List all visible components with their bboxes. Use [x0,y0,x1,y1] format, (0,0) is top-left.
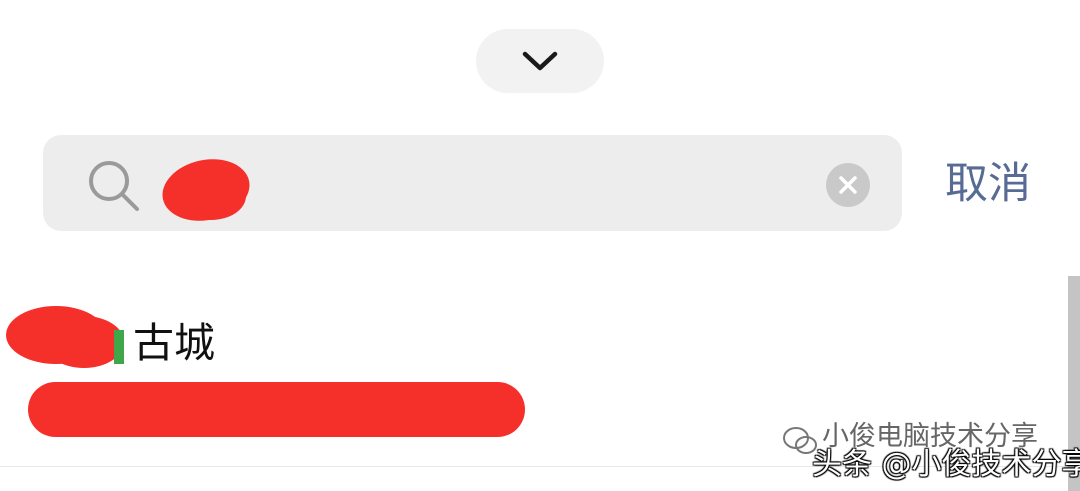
chevron-down-icon [522,51,558,71]
result-title[interactable]: 古城 [133,315,215,371]
result-subtitle-redaction [28,382,525,437]
collapse-button[interactable] [476,29,604,93]
clear-icon [839,176,857,194]
toutiao-watermark: 头条 @小俊技术分享 [812,447,1080,482]
search-query-redaction-2 [176,172,246,220]
cancel-button[interactable]: 取消 [945,155,1031,213]
result-title-redaction-2 [44,316,124,368]
search-input[interactable] [160,150,800,216]
clear-search-button[interactable] [826,163,870,207]
highlight-mark [114,330,124,364]
search-icon [89,161,139,211]
